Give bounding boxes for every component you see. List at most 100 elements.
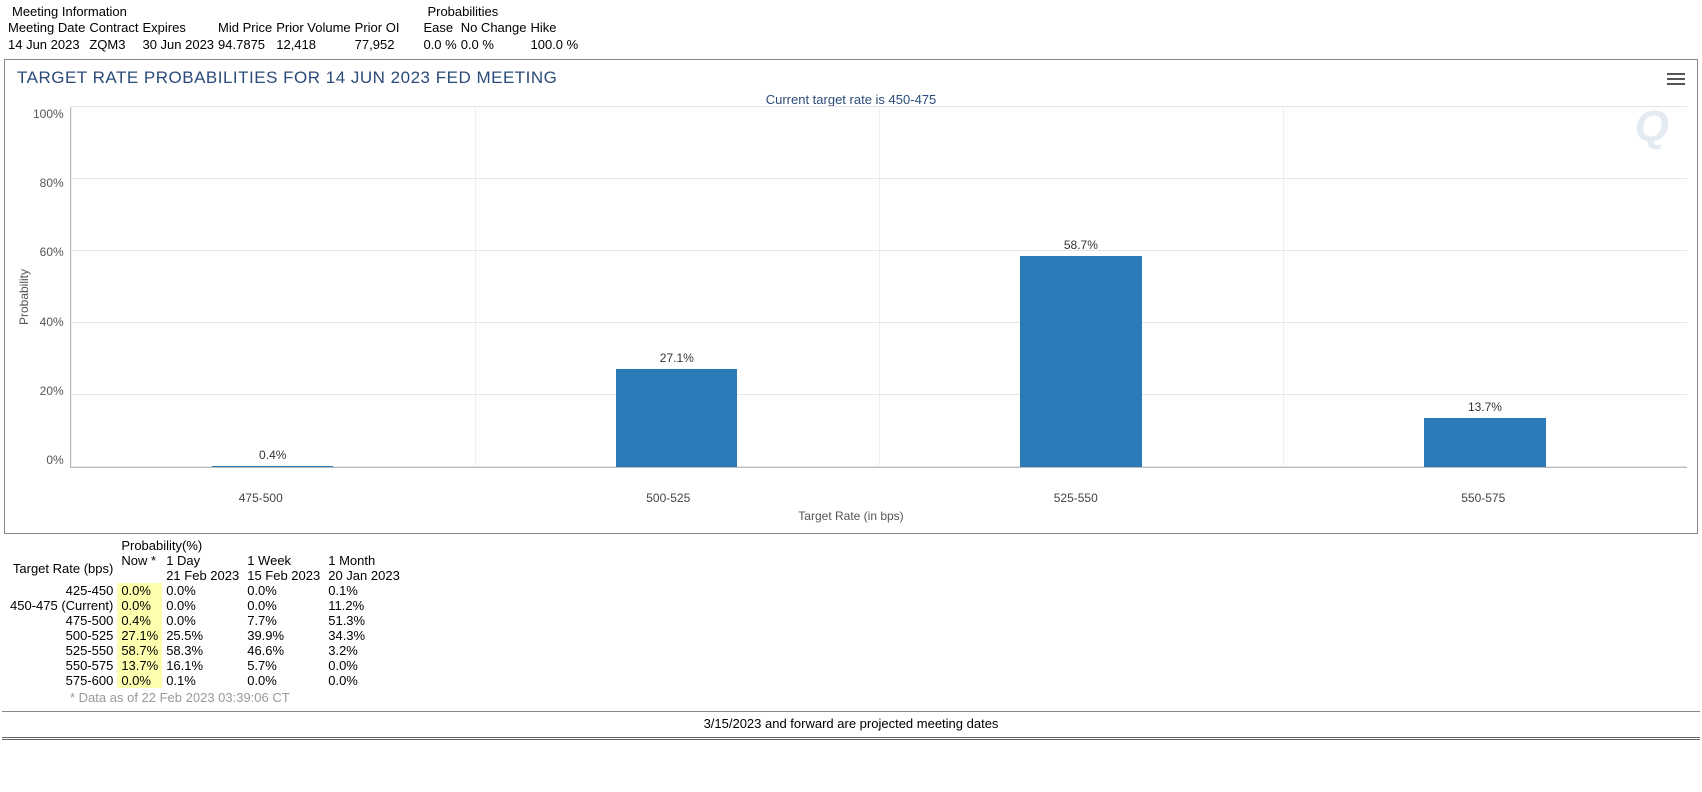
history-col-1day: 1 Day bbox=[162, 553, 243, 568]
chart-menu-icon[interactable] bbox=[1667, 70, 1685, 88]
bar[interactable]: 13.7% bbox=[1424, 418, 1545, 467]
history-cell: 51.3% bbox=[324, 613, 404, 628]
history-date-1week: 15 Feb 2023 bbox=[243, 568, 324, 583]
meeting-info-title: Meeting Information bbox=[6, 4, 401, 19]
bar-slot: 13.7% bbox=[1283, 107, 1687, 467]
val-prior-volume: 12,418 bbox=[274, 36, 352, 53]
history-row: 425-4500.0%0.0%0.0%0.1% bbox=[6, 583, 404, 598]
y-axis-label: Probability bbox=[15, 269, 33, 325]
history-cell: 0.0% bbox=[162, 583, 243, 598]
bar-slot: 58.7% bbox=[879, 107, 1283, 467]
val-no-change: 0.0 % bbox=[459, 36, 529, 53]
history-cell: 0.1% bbox=[324, 583, 404, 598]
probabilities-table: Ease No Change Hike 0.0 % 0.0 % 100.0 % bbox=[421, 19, 580, 53]
col-meeting-date: Meeting Date bbox=[6, 19, 87, 36]
history-row: 525-55058.7%58.3%46.6%3.2% bbox=[6, 643, 404, 658]
x-tick-label: 500-525 bbox=[465, 487, 873, 505]
bar[interactable]: 27.1% bbox=[616, 369, 737, 467]
col-expires: Expires bbox=[140, 19, 216, 36]
history-cell: 27.1% bbox=[117, 628, 162, 643]
plot-area: 0.4% 27.1% 58.7% 13.7% bbox=[70, 107, 1687, 468]
ytick: 60% bbox=[40, 245, 64, 259]
history-rate: 525-550 bbox=[6, 643, 117, 658]
history-cell: 46.6% bbox=[243, 643, 324, 658]
bar-value-label: 13.7% bbox=[1468, 400, 1502, 414]
history-col-1month: 1 Month bbox=[324, 553, 404, 568]
bar-value-label: 58.7% bbox=[1064, 238, 1098, 252]
history-cell: 0.0% bbox=[243, 673, 324, 688]
bottom-note: 3/15/2023 and forward are projected meet… bbox=[2, 711, 1700, 740]
history-cell: 0.0% bbox=[162, 598, 243, 613]
history-cell: 0.4% bbox=[117, 613, 162, 628]
history-cell: 39.9% bbox=[243, 628, 324, 643]
history-rate: 475-500 bbox=[6, 613, 117, 628]
val-mid-price: 94.7875 bbox=[216, 36, 274, 53]
history-cell: 0.1% bbox=[162, 673, 243, 688]
history-cell: 0.0% bbox=[324, 658, 404, 673]
history-row: 500-52527.1%25.5%39.9%34.3% bbox=[6, 628, 404, 643]
val-prior-oi: 77,952 bbox=[353, 36, 402, 53]
bar-slot: 27.1% bbox=[475, 107, 879, 467]
history-cell: 58.3% bbox=[162, 643, 243, 658]
x-tick-label: 475-500 bbox=[57, 487, 465, 505]
x-tick-label: 550-575 bbox=[1280, 487, 1688, 505]
ytick: 80% bbox=[40, 176, 64, 190]
history-rate: 450-475 (Current) bbox=[6, 598, 117, 613]
col-prior-volume: Prior Volume bbox=[274, 19, 352, 36]
history-cell: 0.0% bbox=[162, 613, 243, 628]
history-cell: 7.7% bbox=[243, 613, 324, 628]
bar[interactable]: 0.4% bbox=[212, 466, 333, 467]
history-cell: 13.7% bbox=[117, 658, 162, 673]
history-col-rate: Target Rate (bps) bbox=[6, 553, 117, 583]
ytick: 40% bbox=[40, 315, 64, 329]
history-rate: 500-525 bbox=[6, 628, 117, 643]
history-cell: 0.0% bbox=[243, 598, 324, 613]
history-footnote: * Data as of 22 Feb 2023 03:39:06 CT bbox=[0, 688, 1702, 705]
history-cell: 5.7% bbox=[243, 658, 324, 673]
history-probability-table: Probability(%) Target Rate (bps) Now * 1… bbox=[6, 538, 404, 688]
history-cell: 0.0% bbox=[243, 583, 324, 598]
chart-title: TARGET RATE PROBABILITIES FOR 14 JUN 202… bbox=[5, 60, 1697, 88]
x-tick-label: 525-550 bbox=[872, 487, 1280, 505]
probabilities-summary: Probabilities Ease No Change Hike 0.0 % … bbox=[421, 4, 580, 53]
history-col-now: Now * bbox=[117, 553, 162, 568]
probabilities-title: Probabilities bbox=[421, 4, 580, 19]
bar-value-label: 0.4% bbox=[259, 448, 286, 462]
chart-panel: TARGET RATE PROBABILITIES FOR 14 JUN 202… bbox=[4, 59, 1698, 534]
ytick: 0% bbox=[46, 453, 63, 467]
history-cell: 16.1% bbox=[162, 658, 243, 673]
history-cell: 0.0% bbox=[117, 583, 162, 598]
val-contract: ZQM3 bbox=[87, 36, 140, 53]
bar[interactable]: 58.7% bbox=[1020, 256, 1141, 467]
col-no-change: No Change bbox=[459, 19, 529, 36]
top-info-block: Meeting Information Meeting Date Contrac… bbox=[0, 0, 1702, 57]
history-cell: 58.7% bbox=[117, 643, 162, 658]
col-mid-price: Mid Price bbox=[216, 19, 274, 36]
history-rate: 425-450 bbox=[6, 583, 117, 598]
x-axis-ticks: 475-500500-525525-550550-575 bbox=[57, 487, 1687, 505]
val-hike: 100.0 % bbox=[528, 36, 580, 53]
history-rate: 550-575 bbox=[6, 658, 117, 673]
meeting-info-table: Meeting Date Contract Expires Mid Price … bbox=[6, 19, 401, 53]
history-row: 550-57513.7%16.1%5.7%0.0% bbox=[6, 658, 404, 673]
history-row: 475-5000.4%0.0%7.7%51.3% bbox=[6, 613, 404, 628]
history-date-1month: 20 Jan 2023 bbox=[324, 568, 404, 583]
history-cell: 0.0% bbox=[324, 673, 404, 688]
history-rate: 575-600 bbox=[6, 673, 117, 688]
chart-subtitle: Current target rate is 450-475 bbox=[5, 88, 1697, 107]
y-axis-ticks: 100% 80% 60% 40% 20% 0% bbox=[33, 107, 70, 467]
val-expires: 30 Jun 2023 bbox=[140, 36, 216, 53]
chart-plot: Probability 100% 80% 60% 40% 20% 0% 0.4%… bbox=[5, 107, 1697, 487]
ytick: 100% bbox=[33, 107, 64, 121]
val-ease: 0.0 % bbox=[421, 36, 458, 53]
history-header-group: Probability(%) bbox=[117, 538, 403, 553]
bar-slot: 0.4% bbox=[71, 107, 475, 467]
meeting-information: Meeting Information Meeting Date Contrac… bbox=[6, 4, 401, 53]
history-row: 450-475 (Current)0.0%0.0%0.0%11.2% bbox=[6, 598, 404, 613]
history-cell: 11.2% bbox=[324, 598, 404, 613]
history-cell: 0.0% bbox=[117, 673, 162, 688]
col-hike: Hike bbox=[528, 19, 580, 36]
col-ease: Ease bbox=[421, 19, 458, 36]
history-cell: 25.5% bbox=[162, 628, 243, 643]
history-col-1week: 1 Week bbox=[243, 553, 324, 568]
